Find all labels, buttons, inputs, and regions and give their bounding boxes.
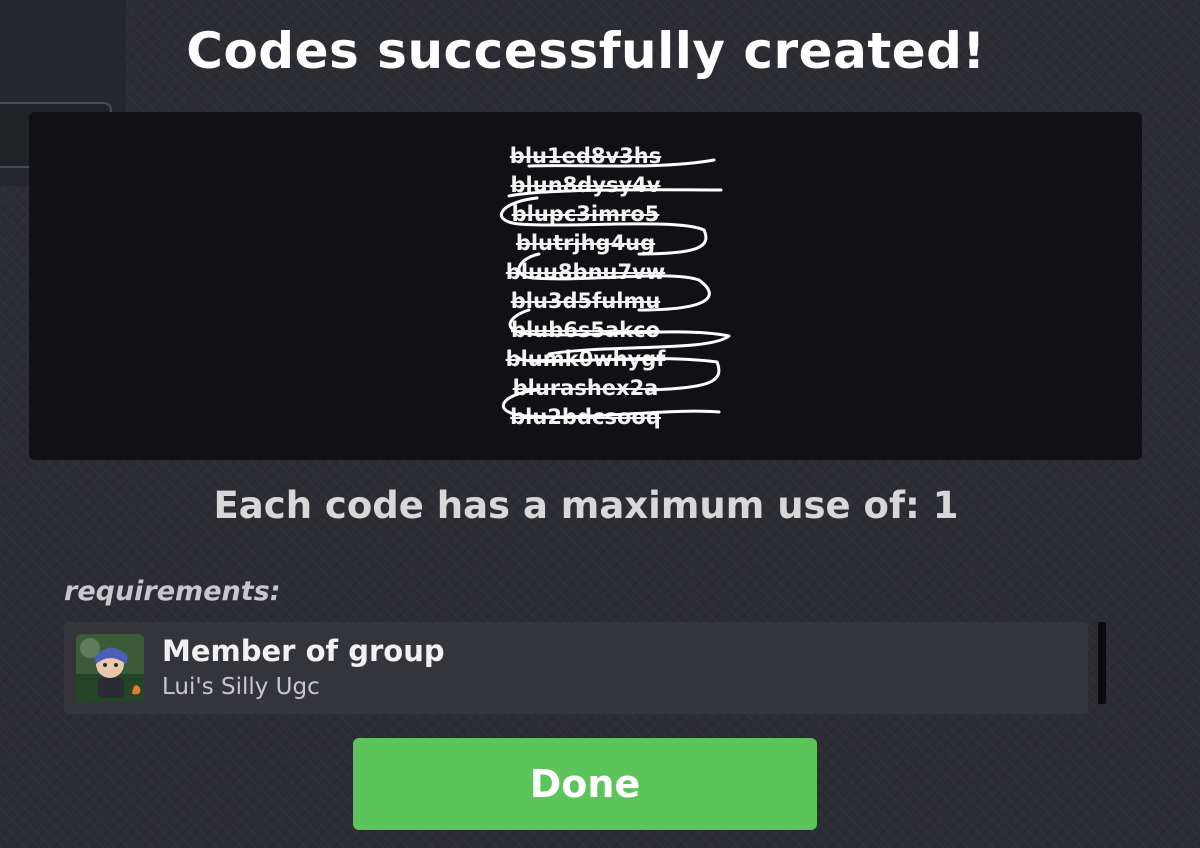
codes-panel: blu1ed8v3hs blun8dysy4v blupc3imro5 blutrjh… bbox=[29, 112, 1142, 460]
code-item: blu2bdcsooq bbox=[510, 405, 661, 429]
code-item: blupc3imro5 bbox=[511, 202, 660, 226]
code-item: bluu8bnu7vw bbox=[505, 260, 666, 284]
max-use-text: Each code has a maximum use of: 1 bbox=[213, 484, 959, 527]
code-item: blun8dysy4v bbox=[510, 173, 661, 197]
code-item: blumk0whygf bbox=[505, 347, 666, 371]
requirement-title: Member of group bbox=[162, 634, 445, 668]
code-item: blutrjhg4ug bbox=[515, 231, 656, 255]
modal-screen: Codes successfully created! blu1ed8v3hs b… bbox=[0, 0, 1200, 848]
done-button[interactable]: Done bbox=[353, 738, 817, 830]
scrollbar-thumb[interactable] bbox=[1098, 622, 1106, 704]
code-item: blurashex2a bbox=[512, 376, 659, 400]
page-title: Codes successfully created! bbox=[186, 22, 986, 80]
requirements-label: requirements: bbox=[64, 576, 281, 607]
requirement-item[interactable]: Member of group Lui's Silly Ugc bbox=[64, 622, 1088, 714]
group-avatar-image bbox=[76, 634, 144, 702]
code-item: blu3d5fulmu bbox=[510, 289, 661, 313]
requirement-group-name: Lui's Silly Ugc bbox=[162, 674, 320, 700]
codes-list: blu1ed8v3hs blun8dysy4v blupc3imro5 blutrjh… bbox=[29, 142, 1142, 432]
code-item: blu1ed8v3hs bbox=[509, 144, 662, 168]
code-item: blub6s5akco bbox=[511, 318, 660, 342]
